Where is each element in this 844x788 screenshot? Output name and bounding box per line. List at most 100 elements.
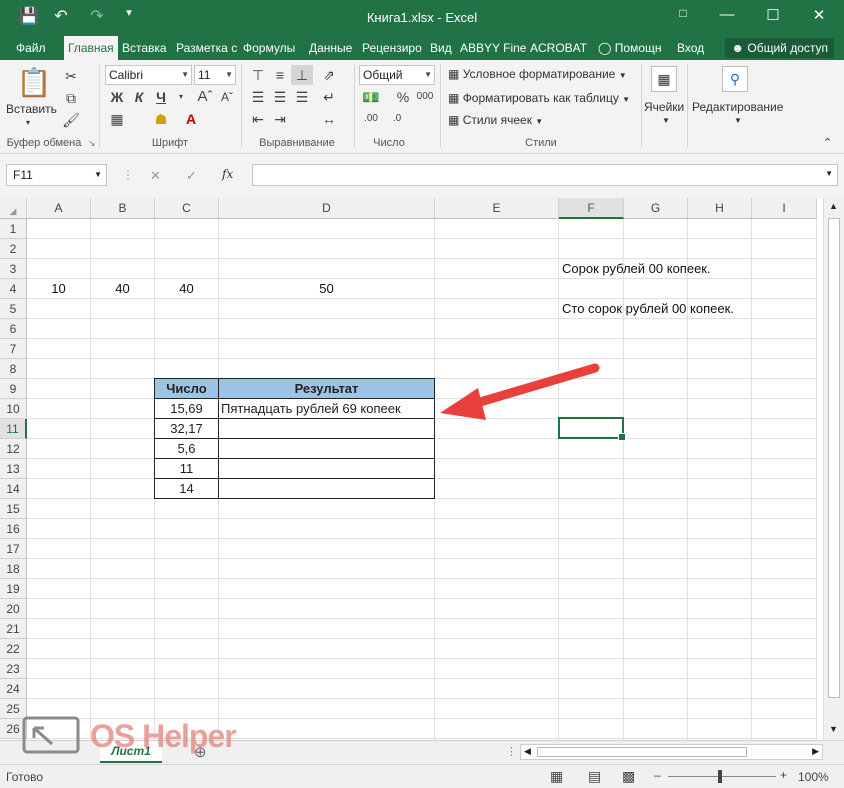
row-header-23[interactable]: 23 — [0, 659, 27, 679]
ribbon-display-options-icon[interactable]: □ — [668, 6, 698, 20]
conditional-formatting-button[interactable]: ▦ Условное форматирование ▼ — [448, 67, 627, 81]
row-header-15[interactable]: 15 — [0, 499, 27, 519]
paste-button[interactable]: Вставить — [6, 102, 57, 116]
paste-icon[interactable]: 📋 — [14, 66, 54, 100]
table-cell-number[interactable]: 14 — [154, 478, 219, 499]
borders-icon[interactable]: ▦ — [106, 109, 128, 129]
italic-button[interactable]: К — [128, 87, 150, 107]
currency-icon[interactable]: 💵 — [360, 87, 382, 107]
align-center-icon[interactable]: ☰ — [269, 87, 291, 107]
cell-F5[interactable]: Сто сорок рублей 00 копеек. — [562, 299, 734, 319]
merge-center-icon[interactable]: ↔ — [318, 109, 340, 129]
column-header-I[interactable]: I — [752, 198, 817, 219]
zoom-slider[interactable] — [668, 776, 776, 777]
zoom-level[interactable]: 100% — [798, 770, 829, 784]
column-header-D[interactable]: D — [219, 198, 435, 219]
row-header-13[interactable]: 13 — [0, 459, 27, 479]
font-size-select[interactable]: 11 ▼ — [194, 65, 236, 85]
column-header-E[interactable]: E — [435, 198, 559, 219]
page-break-view-icon[interactable]: ▩ — [622, 768, 635, 785]
column-header-F[interactable]: F — [559, 198, 624, 219]
row-header-9[interactable]: 9 — [0, 379, 27, 399]
row-header-19[interactable]: 19 — [0, 579, 27, 599]
enter-check-icon[interactable]: ✓ — [186, 168, 197, 184]
table-cell-number[interactable]: 5,6 — [154, 438, 219, 459]
row-header-14[interactable]: 14 — [0, 479, 27, 499]
close-icon[interactable]: ✕ — [804, 6, 834, 24]
select-all-corner[interactable]: ◢ — [0, 198, 27, 219]
scroll-thumb[interactable] — [537, 747, 747, 757]
table-cell-number[interactable]: 15,69 — [154, 398, 219, 419]
column-header-H[interactable]: H — [688, 198, 752, 219]
chevron-down-icon[interactable]: ▼ — [734, 116, 742, 125]
tell-me[interactable]: ◯ Помощн — [594, 36, 666, 60]
scroll-thumb[interactable] — [828, 218, 840, 698]
page-layout-view-icon[interactable]: ▤ — [588, 768, 601, 785]
table-header-number[interactable]: Число — [154, 378, 219, 399]
decrease-decimal-icon[interactable]: .0 — [386, 109, 408, 129]
cell-A4[interactable]: 10 — [27, 279, 90, 299]
increase-indent-icon[interactable]: ⇥ — [269, 109, 291, 129]
table-cell-number[interactable]: 32,17 — [154, 418, 219, 439]
row-header-4[interactable]: 4 — [0, 279, 27, 299]
align-top-icon[interactable]: ⊤ — [247, 65, 269, 85]
column-header-C[interactable]: C — [155, 198, 219, 219]
sign-in[interactable]: Вход — [673, 36, 708, 60]
format-as-table-button[interactable]: ▦ Форматировать как таблицу ▼ — [448, 91, 630, 105]
vertical-scrollbar[interactable]: ▲ ▼ — [823, 198, 844, 740]
cell-F3[interactable]: Сорок рублей 00 копеек. — [562, 259, 711, 279]
table-header-result[interactable]: Результат — [218, 378, 435, 399]
row-header-16[interactable]: 16 — [0, 519, 27, 539]
scroll-down-icon[interactable]: ▼ — [829, 724, 838, 734]
table-cell-result[interactable] — [218, 438, 435, 459]
increase-decimal-icon[interactable]: .00 — [360, 109, 382, 129]
cell-D4[interactable]: 50 — [219, 279, 434, 299]
chevron-down-icon[interactable]: ▼ — [662, 116, 670, 125]
decrease-font-icon[interactable]: Aˇ — [216, 87, 238, 107]
cancel-icon[interactable]: ✕ — [150, 168, 161, 184]
tab-insert[interactable]: Вставка — [118, 36, 171, 60]
spreadsheet-grid[interactable]: ◢ ABCDEFGHI 1 2 3 4 5 6 7 8 9 10 11 12 13 14 15 16 17 18 1… — [0, 198, 844, 740]
fill-color-icon[interactable]: ☗ — [150, 109, 172, 129]
column-header-A[interactable]: A — [27, 198, 91, 219]
row-header-6[interactable]: 6 — [0, 319, 27, 339]
decrease-indent-icon[interactable]: ⇤ — [247, 109, 269, 129]
tab-file[interactable]: Файл — [12, 36, 50, 60]
row-header-24[interactable]: 24 — [0, 679, 27, 699]
tab-data[interactable]: Данные — [305, 36, 356, 60]
share-button[interactable]: ☻ Общий доступ — [725, 38, 834, 58]
row-header-5[interactable]: 5 — [0, 299, 27, 319]
cut-icon[interactable]: ✂ — [60, 66, 82, 86]
row-header-17[interactable]: 17 — [0, 539, 27, 559]
insert-function-button[interactable]: fx — [222, 167, 233, 181]
editing-button[interactable]: Редактирование — [692, 100, 783, 114]
tab-acrobat[interactable]: ACROBAT — [526, 36, 591, 60]
number-format-select[interactable]: Общий ▼ — [359, 65, 435, 85]
font-name-select[interactable]: Calibri ▼ — [105, 65, 192, 85]
cells-icon[interactable]: ▦ — [651, 66, 677, 92]
paste-dropdown-icon[interactable]: ▾ — [26, 118, 30, 127]
align-right-icon[interactable]: ☰ — [291, 87, 313, 107]
cell-styles-button[interactable]: ▦ Стили ячеек ▼ — [448, 113, 543, 127]
table-cell-number[interactable]: 11 — [154, 458, 219, 479]
comma-style-icon[interactable]: 000 — [414, 87, 436, 107]
row-header-18[interactable]: 18 — [0, 559, 27, 579]
scroll-up-icon[interactable]: ▲ — [829, 201, 838, 211]
find-search-icon[interactable]: ⚲ — [722, 66, 748, 92]
horizontal-scrollbar[interactable]: ◀ ▶ — [520, 744, 823, 760]
zoom-out-icon[interactable]: – — [654, 768, 661, 782]
scroll-left-icon[interactable]: ◀ — [524, 746, 531, 757]
cell-C4[interactable]: 40 — [155, 279, 218, 299]
format-painter-icon[interactable]: 🖌 — [60, 110, 82, 130]
row-header-22[interactable]: 22 — [0, 639, 27, 659]
underline-dropdown-icon[interactable]: ▾ — [170, 87, 192, 107]
align-middle-icon[interactable]: ≡ — [269, 65, 291, 85]
zoom-in-icon[interactable]: + — [780, 768, 787, 782]
tab-home[interactable]: Главная — [64, 36, 118, 60]
column-header-B[interactable]: B — [91, 198, 155, 219]
restore-icon[interactable]: ☐ — [758, 6, 788, 24]
cell-B4[interactable]: 40 — [91, 279, 154, 299]
table-cell-result[interactable]: Пятнадцать рублей 69 копеек — [218, 398, 435, 419]
align-bottom-icon[interactable]: ⊥ — [291, 65, 313, 85]
clipboard-launcher-icon[interactable]: ↘ — [88, 138, 96, 149]
